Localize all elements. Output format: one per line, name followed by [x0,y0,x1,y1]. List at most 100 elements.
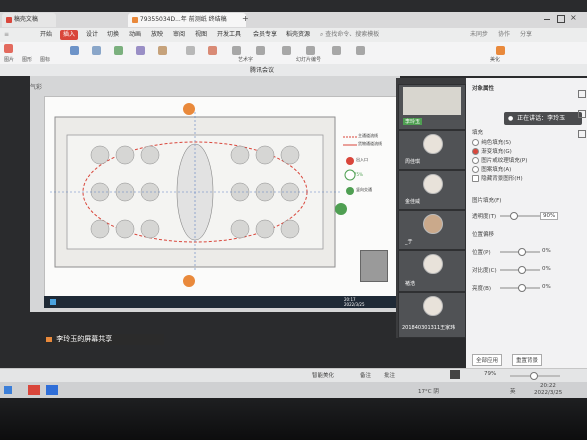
fill-option-gradient[interactable]: 渐变填充(G) [472,147,527,156]
brightness-label: 亮度(B) [472,286,492,292]
share-button[interactable]: 分享 [520,30,532,40]
hide-background-option[interactable]: 隐藏背景图形(H) [472,174,527,183]
smartart-icon[interactable] [92,46,101,55]
apply-all-button[interactable]: 全部应用 [472,354,503,366]
wordart-icon[interactable] [208,46,217,55]
ribbon-shape[interactable]: 图形 [22,56,32,63]
menu-design[interactable]: 设计 [86,30,98,40]
tab-home-label: 稿壳文稿 [13,16,38,23]
menu-transition[interactable]: 切换 [107,30,119,40]
cooperate-button[interactable]: 协作 [498,30,510,40]
menu-slideshow[interactable]: 放映 [151,30,163,40]
participant-tile-2[interactable]: 周佳琪 [398,130,466,170]
minimize-icon[interactable] [544,19,550,20]
menu-insert[interactable]: 插入 [60,30,79,40]
sync-status[interactable]: 未同步 [470,30,488,40]
meeting-taskbar-icon[interactable] [46,385,58,395]
new-slide-icon[interactable] [4,44,13,53]
participant-name: 褚浩 [405,281,416,287]
meeting-title-bar [0,64,587,76]
notes-button[interactable]: 备注 [360,371,371,379]
contrast-slider-knob[interactable] [518,266,526,274]
tab-home[interactable]: 稿壳文稿 [2,13,56,27]
slide-canvas[interactable] [44,96,398,298]
brightness-slider-knob[interactable] [518,284,526,292]
presenter-clock-date: 2022/3/25 [344,302,365,307]
reset-background-button[interactable]: 重置背景 [512,354,543,366]
radio-icon [472,156,479,164]
slideshow-play-icon[interactable] [450,370,460,379]
menu-animation[interactable]: 动画 [129,30,141,40]
participant-tile-3[interactable]: 金佳威 [398,170,466,210]
windows-taskbar [0,382,587,398]
video-icon[interactable] [356,46,365,55]
close-icon[interactable]: × [570,14,577,22]
brightness-value[interactable]: 0% [542,284,551,290]
position-slider-knob[interactable] [518,248,526,256]
mindmap-icon[interactable] [158,46,167,55]
slide-panel-label: 气彩 [30,84,43,91]
fill-option-solid[interactable]: 纯色填充(S) [472,138,527,147]
menu-dev-tools[interactable]: 开发工具 [217,30,241,40]
beautify-icon[interactable] [496,46,505,55]
header-footer-icon[interactable] [282,46,291,55]
menu-view[interactable]: 视图 [195,30,207,40]
smart-beautify-button[interactable]: 智能美化 [312,371,334,379]
audio-icon[interactable] [332,46,341,55]
formula-icon[interactable] [256,46,265,55]
ribbon-beautify[interactable]: 美化 [490,56,500,63]
menu-review[interactable]: 审阅 [173,30,185,40]
animation-icon[interactable] [578,110,586,118]
tab-document-label: 79355034D...年 前测纸 终结稿 [139,16,227,23]
transition-icon[interactable] [578,130,586,138]
zoom-slider-knob[interactable] [530,372,538,380]
comments-button[interactable]: 批注 [384,371,395,379]
participant-tile-5[interactable]: 褚浩 [398,250,466,292]
legend-entrance: 出入口 [356,157,368,162]
flowchart-icon[interactable] [136,46,145,55]
menu-resources[interactable]: 稻壳资源 [286,30,310,40]
ribbon-slide-number[interactable]: 幻灯片编号 [296,56,321,63]
legend-main-flow: 主通道流线 [358,133,378,138]
screen-share-text: 李玲玉的屏幕共享 [56,335,113,343]
ppt-icon [132,16,138,23]
fill-option-picture[interactable]: 图片或纹理填充(P) [472,156,527,165]
windows-start-icon[interactable] [4,386,12,394]
transparency-slider-knob[interactable] [510,212,518,220]
tab-document[interactable]: 79355034D...年 前测纸 终结稿 [128,13,246,27]
menu-member[interactable]: 会员专享 [253,30,277,40]
transparency-slider[interactable] [500,215,540,217]
properties-icon[interactable] [578,90,586,98]
radio-selected-icon [472,147,479,155]
participant-name: _于 [405,239,413,245]
maximize-icon[interactable] [557,15,565,23]
ribbon-wordart[interactable]: 艺术字 [238,56,253,63]
participant-tile-6[interactable]: 201840301311王家玮 [398,292,466,338]
table-icon[interactable] [114,46,123,55]
windows-start-icon [50,299,56,305]
participant-video [403,87,461,115]
wps-taskbar-icon[interactable] [28,385,40,395]
ribbon-picture[interactable]: 图片 [4,56,14,63]
transparency-input[interactable]: 90% [540,212,559,220]
input-language[interactable]: 英 [510,387,516,395]
legend-goods-flow: 货物通道流线 [358,141,382,146]
ribbon-icon[interactable]: 图标 [40,56,50,63]
contrast-value[interactable]: 0% [542,266,551,272]
menu-home[interactable]: 开始 [40,30,52,40]
fill-option-pattern[interactable]: 图案填充(A) [472,165,527,174]
participant-tile-4[interactable]: _于 [398,210,466,250]
new-tab-button[interactable]: + [242,14,249,23]
position-value[interactable]: 0% [542,248,551,254]
textbox-icon[interactable] [186,46,195,55]
contrast-label: 对比度(C) [472,268,497,274]
symbol-icon[interactable] [232,46,241,55]
avatar [423,254,443,274]
chart-icon[interactable] [70,46,79,55]
menu-hamburger-icon[interactable]: ≡ [4,30,9,40]
zoom-level[interactable]: 79% [484,371,496,377]
weather-info: 17°C 阴 [418,389,439,395]
participant-tile-1[interactable]: 李玲玉 [398,84,466,130]
search-command[interactable]: ⌕ 查找命令、搜索模板 [320,30,379,40]
slide-number-icon[interactable] [306,46,315,55]
